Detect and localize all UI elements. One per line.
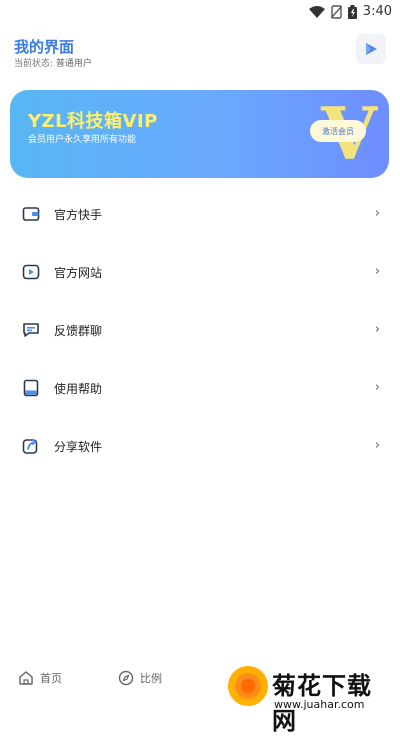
chevron-right-icon: › [374,206,380,221]
vip-card[interactable]: YZL科技箱VIP 会员用户永久享用所有功能 V 激活会员 [10,90,389,178]
user-status: 当前状态: 普通用户 [14,56,92,69]
chevron-right-icon: › [374,322,380,337]
activate-vip-button[interactable]: 激活会员 [310,120,366,142]
status-icons: 3:40 [308,4,392,19]
play-button[interactable] [356,34,386,64]
video-play-icon [22,264,40,280]
book-icon [23,379,39,397]
menu-item-share-app[interactable]: 分享软件 › [0,417,400,475]
wallet-icon [22,207,40,221]
page-title: 我的界面 [14,38,75,56]
nav-ratio[interactable]: 比例 [118,670,162,686]
play-icon [366,43,377,55]
status-time: 3:40 [362,4,392,19]
user-status-label: 当前状态: [14,59,54,69]
chat-icon [23,323,39,337]
menu-item-official-kuaishou[interactable]: 官方快手 › [0,185,400,243]
watermark-url: www.juahar.com [274,698,365,711]
menu-item-official-website[interactable]: 官方网站 › [0,243,400,301]
vip-description: 会员用户永久享用所有功能 [28,135,137,145]
status-bar: 3:40 [0,0,400,24]
wifi-icon [308,5,325,18]
no-sim-icon [330,4,342,19]
menu-item-label: 使用帮助 [54,382,103,396]
chevron-right-icon: › [374,438,380,453]
header: 我的界面 当前状态: 普通用户 [14,32,386,72]
flower-logo-icon [228,666,268,706]
menu-item-help[interactable]: 使用帮助 › [0,359,400,417]
battery-icon [347,4,357,19]
menu-item-feedback-group[interactable]: 反馈群聊 › [0,301,400,359]
menu-list: 官方快手 › 官方网站 › 反馈群聊 › 使用帮助 › 分享软件 › [0,185,400,475]
home-icon [19,671,33,685]
nav-ratio-label: 比例 [140,672,162,685]
menu-item-label: 官方网站 [54,266,103,280]
watermark: 菊花下载网 www.juahar.com [218,664,394,735]
share-icon [22,439,38,454]
vip-title: YZL科技箱VIP [28,111,158,132]
compass-icon [118,670,134,686]
menu-item-label: 官方快手 [54,208,103,222]
user-status-value: 普通用户 [55,59,92,69]
chevron-right-icon: › [374,380,380,395]
chevron-right-icon: › [374,264,380,279]
menu-item-label: 反馈群聊 [54,324,103,338]
nav-home[interactable]: 首页 [18,670,62,686]
menu-item-label: 分享软件 [54,440,103,454]
nav-home-label: 首页 [40,672,62,685]
